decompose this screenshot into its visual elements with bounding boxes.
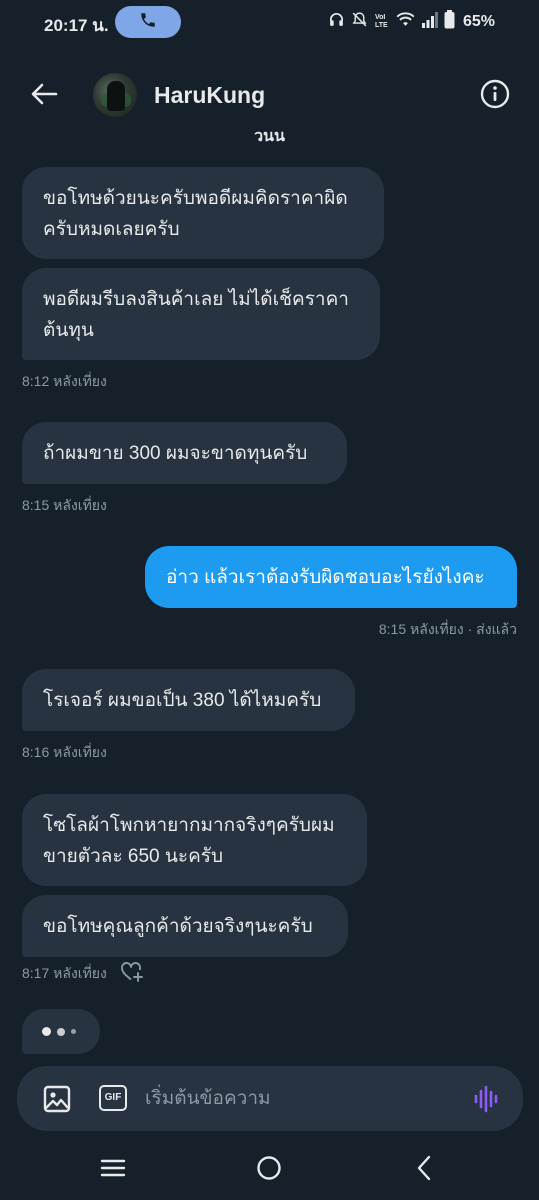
status-time: 20:17 น. (44, 16, 109, 35)
wifi-icon (396, 11, 415, 33)
message-timestamp: 8:16 หลังเที่ยง (22, 744, 107, 760)
message-timestamp: 8:17 หลังเที่ยง (22, 965, 107, 981)
add-reaction-icon[interactable] (120, 960, 144, 987)
ongoing-call-chip[interactable] (115, 6, 181, 38)
gif-icon: GIF (104, 1092, 122, 1103)
status-bar: 20:17 น. VoI LTE 65% (0, 0, 539, 44)
info-icon (479, 79, 511, 114)
image-icon (43, 1085, 71, 1117)
back-button[interactable] (26, 78, 62, 114)
recents-button[interactable] (97, 1156, 129, 1184)
headphones-icon (328, 11, 345, 33)
message-bubble[interactable]: ขอโทษคุณลูกค้าด้วยจริงๆนะครับ (22, 895, 348, 957)
message-bubble[interactable]: พอดีผมรีบลงสินค้าเลย ไม่ได้เช็คราคา ต้นท… (22, 268, 380, 360)
recents-icon (100, 1158, 126, 1183)
gif-button[interactable]: GIF (99, 1085, 127, 1111)
svg-text:VoI: VoI (375, 14, 385, 21)
message-text-line: ถ้าผมขาย 300 ผมจะขาดทุนครับ (43, 443, 308, 464)
message-text-line: อ่าว แล้วเราต้องรับผิดชอบอะไรยังไงคะ (166, 567, 485, 588)
signal-icon (421, 11, 438, 33)
message-bubble[interactable]: ถ้าผมขาย 300 ผมจะขาดทุนครับ (22, 422, 347, 484)
message-text-line: ขอโทษคุณลูกค้าด้วยจริงๆนะครับ (43, 916, 313, 937)
voice-wave-icon (473, 1085, 501, 1117)
message-timestamp: 8:15 หลังเที่ยง (22, 497, 107, 513)
message-timestamp-sent: 8:15 หลังเที่ยง · ส่งแล้ว (378, 621, 517, 637)
contact-name[interactable]: HaruKung (154, 82, 265, 109)
conversation-header: HaruKung (0, 60, 539, 132)
phone-icon (139, 11, 157, 34)
message-timestamp: 8:12 หลังเที่ยง (22, 373, 107, 389)
system-nav-bar (0, 1140, 539, 1200)
message-input[interactable] (145, 1084, 445, 1114)
message-text-line: ขอโทษด้วยนะครับพอดีผมคิดราคาผิด (43, 188, 348, 209)
back-arrow-icon (30, 82, 58, 111)
typing-indicator (22, 1009, 100, 1054)
scrolled-partial-text: วนน (254, 128, 285, 145)
message-text-line: โรเจอร์ ผมขอเป็น 380 ได้ไหมครับ (43, 690, 322, 711)
message-composer: GIF (17, 1066, 523, 1131)
avatar[interactable] (93, 73, 137, 117)
message-bubble-sent[interactable]: อ่าว แล้วเราต้องรับผิดชอบอะไรยังไงคะ (145, 546, 517, 608)
status-icons: VoI LTE 65% (328, 10, 495, 34)
volte-icon: VoI LTE (374, 11, 390, 34)
message-text-line: โซโลผ้าโพกหายากมากจริงๆครับผม (43, 815, 335, 836)
home-button[interactable] (253, 1155, 285, 1186)
message-bubble[interactable]: โรเจอร์ ผมขอเป็น 380 ได้ไหมครับ (22, 669, 355, 731)
message-bubble[interactable]: ขอโทษด้วยนะครับพอดีผมคิดราคาผิด ครับหมดเ… (22, 167, 384, 259)
battery-icon (444, 10, 455, 34)
voice-message-button[interactable] (473, 1085, 501, 1113)
home-icon (256, 1155, 282, 1186)
message-bubble[interactable]: โซโลผ้าโพกหายากมากจริงๆครับผม ขายตัวละ 6… (22, 794, 367, 886)
message-text-line: ต้นทุน (43, 320, 94, 341)
nav-back-button[interactable] (408, 1155, 440, 1186)
add-image-button[interactable] (43, 1085, 71, 1113)
message-text-line: ครับหมดเลยครับ (43, 219, 180, 240)
svg-text:LTE: LTE (375, 22, 388, 29)
message-text-line: พอดีผมรีบลงสินค้าเลย ไม่ได้เช็คราคา (43, 289, 349, 310)
mute-icon (351, 11, 368, 33)
info-button[interactable] (479, 78, 511, 110)
back-icon (415, 1155, 433, 1186)
battery-percent: 65% (462, 13, 495, 30)
message-text-line: ขายตัวละ 650 นะครับ (43, 846, 224, 867)
